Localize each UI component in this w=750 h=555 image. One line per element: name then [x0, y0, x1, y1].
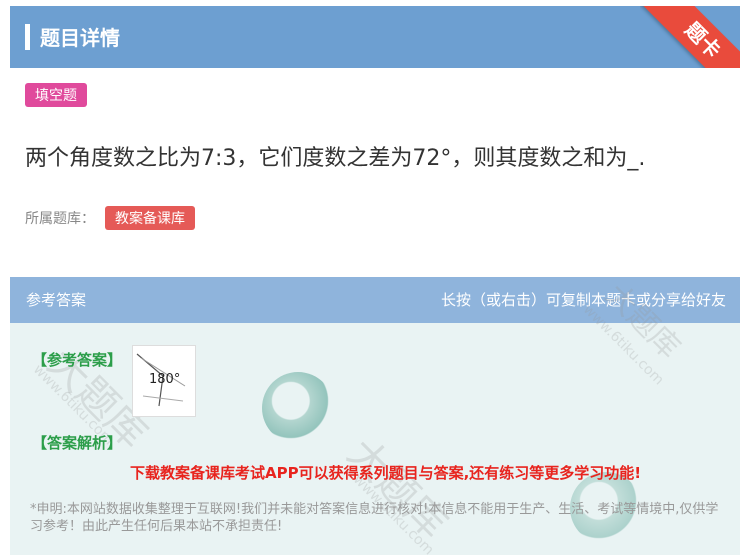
disclaimer-text: *申明:本网站数据收集整理于互联网!我们并未能对答案信息进行核对!本信息不能用于… — [30, 502, 719, 534]
source-label: 所属题库： — [25, 211, 95, 227]
answer-value: 180° — [149, 372, 181, 387]
source-tag[interactable]: 教案备课库 — [105, 206, 195, 230]
title-accent-bar — [25, 24, 30, 50]
promo-text[interactable]: 下载教案备课库考试APP可以获得系列题目与答案,还有练习等更多学习功能! — [130, 462, 641, 483]
question-text: 两个角度数之比为7:3，它们度数之差为72°，则其度数之和为_. — [25, 146, 646, 171]
share-hint: 长按（或右击）可复制本题卡或分享给好友 — [440, 291, 726, 309]
answer-panel-title: 参考答案 — [26, 291, 87, 309]
watermark-logo-icon — [262, 372, 334, 444]
answer-image: 180° — [132, 345, 196, 417]
corner-badge: 题卡 — [640, 6, 740, 68]
question-type-tag: 填空题 — [25, 83, 87, 107]
page-title: 题目详情 — [40, 26, 120, 50]
answer-label: 【参考答案】 — [32, 351, 123, 369]
answer-panel: 参考答案 长按（或右击）可复制本题卡或分享给好友 www.6tiku.com w… — [10, 277, 740, 555]
corner-ribbon: 题卡 — [640, 6, 740, 68]
analysis-label: 【答案解析】 — [32, 434, 123, 452]
page-header: 题目详情 题卡 — [10, 6, 740, 68]
